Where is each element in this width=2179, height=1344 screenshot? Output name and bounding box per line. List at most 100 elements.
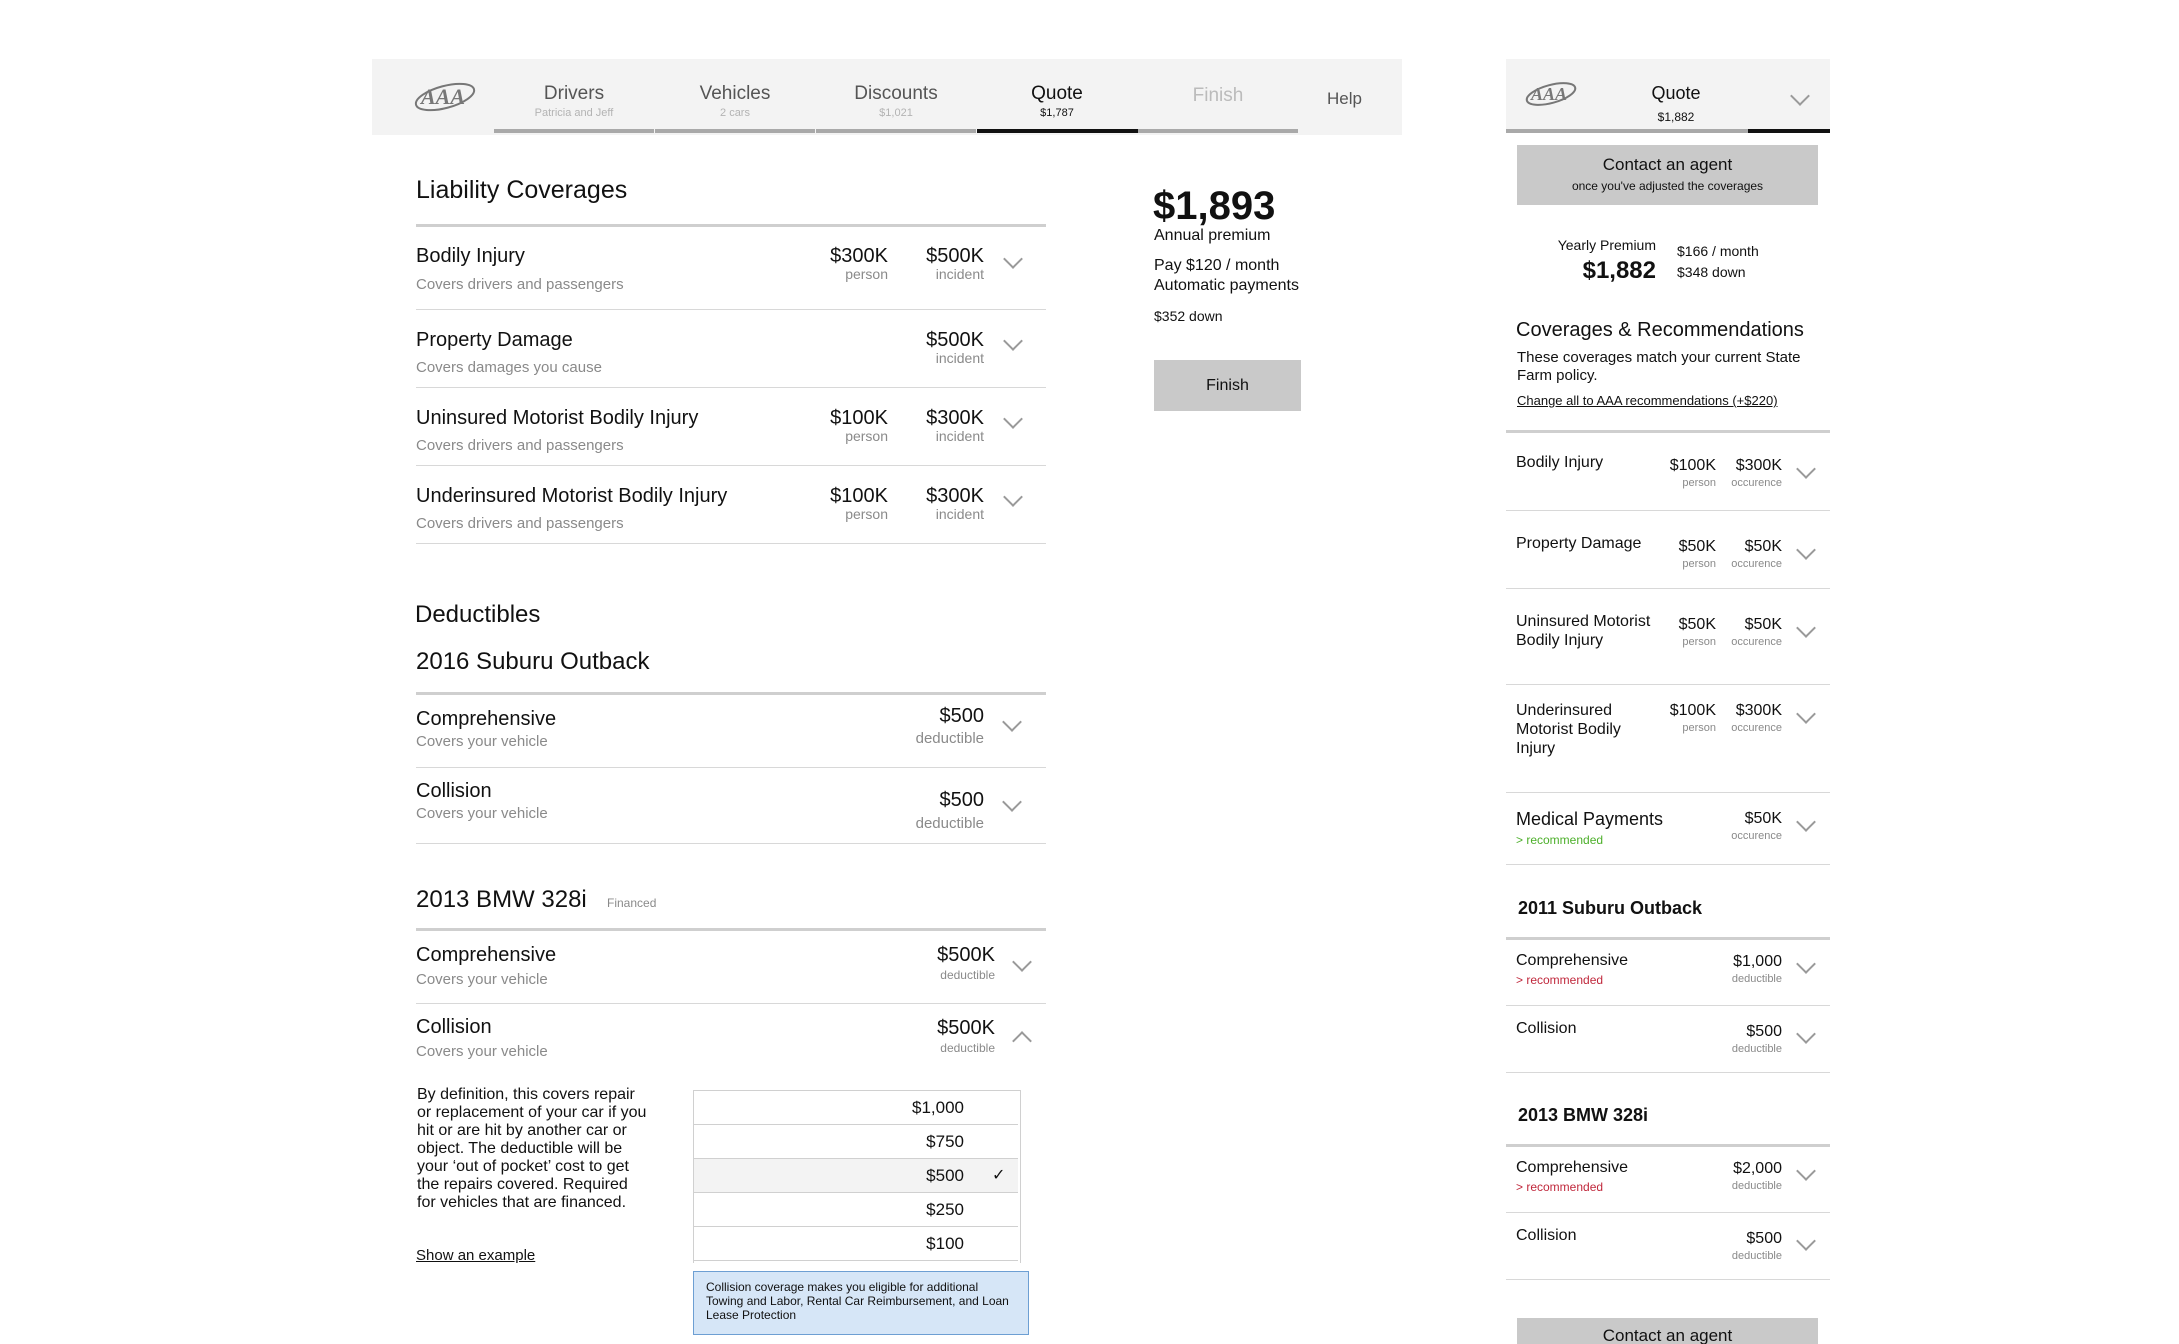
contact-agent-bottom-button[interactable]: Contact an agent bbox=[1517, 1318, 1818, 1344]
section-title: Liability Coverages bbox=[416, 176, 628, 204]
vehicle-title: 2013 BMW 328i bbox=[416, 886, 587, 913]
recommended-tag[interactable]: > recommended bbox=[1516, 833, 1603, 847]
deductible-value: $2,000 bbox=[1733, 1160, 1782, 1177]
help-link[interactable]: Help bbox=[1327, 89, 1362, 109]
chevron-down-icon[interactable] bbox=[1796, 618, 1816, 638]
deductible-option[interactable]: $250 bbox=[694, 1193, 1018, 1227]
value-label: deductible bbox=[1731, 1043, 1782, 1055]
chevron-down-icon[interactable] bbox=[1796, 812, 1816, 832]
tab-finish[interactable]: Finish bbox=[1138, 59, 1298, 135]
deductible-option[interactable]: $1,000 bbox=[694, 1091, 1018, 1125]
chevron-down-icon[interactable] bbox=[1796, 704, 1816, 724]
chevron-down-icon[interactable] bbox=[1002, 712, 1022, 732]
monthly-payment: Pay $120 / month bbox=[1154, 257, 1280, 274]
section-title: Deductibles bbox=[415, 601, 541, 628]
chevron-down-icon[interactable] bbox=[1003, 331, 1023, 351]
annual-premium-amount: $1,893 bbox=[1153, 184, 1276, 228]
deductible-row-comprehensive[interactable]: Comprehensive Covers your vehicle $500 d… bbox=[416, 695, 1046, 767]
chevron-down-icon[interactable] bbox=[1002, 792, 1022, 812]
coverage-row-property-damage[interactable]: Property Damage Covers damages you cause… bbox=[416, 310, 1046, 386]
recommended-tag[interactable]: > recommended bbox=[1516, 973, 1603, 987]
finish-button[interactable]: Finish bbox=[1154, 360, 1301, 411]
coverage-name: Bodily Injury bbox=[1516, 454, 1604, 471]
tab-title: Drivers bbox=[543, 83, 605, 104]
tab-indicator bbox=[655, 129, 815, 133]
mobile-row-uninsured[interactable]: Uninsured Motorist Bodily Injury $50K pe… bbox=[1506, 589, 1830, 683]
tab-subtitle: 2 cars bbox=[720, 107, 750, 119]
deductible-value: $500K bbox=[937, 944, 995, 966]
mobile-deductible-comprehensive[interactable]: Comprehensive > recommended $2,000 deduc… bbox=[1506, 1147, 1830, 1212]
chevron-down-icon[interactable] bbox=[1796, 954, 1816, 974]
coverage-name: Property Damage bbox=[416, 329, 573, 351]
coverage-row-bodily-injury[interactable]: Bodily Injury Covers drivers and passeng… bbox=[416, 226, 1046, 308]
deductible-option[interactable]: $100 bbox=[694, 1227, 1018, 1261]
deductible-value: $500 bbox=[1746, 1023, 1782, 1040]
value-occurence: $50K bbox=[1744, 616, 1782, 633]
mobile-row-bodily-injury[interactable]: Bodily Injury $100K person $300K occuren… bbox=[1506, 433, 1830, 509]
coverage-name: Uninsured Motorist Bodily Injury bbox=[1516, 613, 1651, 649]
value-label: deductible bbox=[940, 968, 995, 982]
value-incident: $300K bbox=[926, 407, 984, 429]
tab-title: Finish bbox=[1192, 85, 1244, 106]
tab-discounts[interactable]: Discounts $1,021 bbox=[816, 59, 976, 135]
coverage-name: Collision bbox=[1516, 1020, 1577, 1037]
deductible-row-collision[interactable]: Collision Covers your vehicle $500 deduc… bbox=[416, 768, 1046, 842]
deductible-option[interactable]: $750 bbox=[694, 1125, 1018, 1159]
value-label: person bbox=[845, 506, 888, 522]
chevron-down-icon[interactable] bbox=[1796, 1024, 1816, 1044]
chevron-up-icon[interactable] bbox=[1012, 1031, 1032, 1051]
vehicle-title: 2011 Suburu Outback bbox=[1518, 898, 1703, 918]
coverage-desc: Covers drivers and passengers bbox=[416, 276, 624, 293]
chevron-down-icon[interactable] bbox=[1796, 540, 1816, 560]
tab-vehicles[interactable]: Vehicles 2 cars bbox=[655, 59, 815, 135]
mobile-row-underinsured[interactable]: Underinsured Motorist Bodily Injury $100… bbox=[1506, 685, 1830, 791]
divider bbox=[1506, 1279, 1830, 1280]
value-label: deductible bbox=[940, 1041, 995, 1055]
coverage-name: Collision bbox=[416, 780, 492, 802]
change-all-link[interactable]: Change all to AAA recommendations (+$220… bbox=[1517, 393, 1778, 408]
coverage-explanation: By definition, this covers repair or rep… bbox=[417, 1086, 647, 1211]
coverage-row-underinsured[interactable]: Underinsured Motorist Bodily Injury Cove… bbox=[416, 466, 1046, 542]
chevron-down-icon[interactable] bbox=[1796, 459, 1816, 479]
aaa-logo-icon[interactable]: AAA bbox=[412, 77, 478, 117]
deductible-row-collision-expanded[interactable]: Collision Covers your vehicle $500K dedu… bbox=[416, 1004, 1046, 1074]
chevron-down-icon[interactable] bbox=[1003, 487, 1023, 507]
chevron-down-icon[interactable] bbox=[1790, 86, 1810, 106]
mobile-deductible-comprehensive[interactable]: Comprehensive > recommended $1,000 deduc… bbox=[1506, 940, 1830, 1005]
aaa-logo-icon[interactable]: AAA bbox=[1524, 77, 1578, 111]
deductible-option-selected[interactable]: $500 ✓ bbox=[694, 1159, 1018, 1193]
coverage-name: Collision bbox=[416, 1016, 492, 1038]
automatic-payments: Automatic payments bbox=[1154, 277, 1299, 294]
yearly-premium-amount: $1,882 bbox=[1582, 257, 1656, 284]
chevron-down-icon[interactable] bbox=[1012, 952, 1032, 972]
mobile-deductible-collision[interactable]: Collision $500 deductible bbox=[1506, 1006, 1830, 1071]
value-label: deductible bbox=[915, 815, 984, 832]
value-incident: $300K bbox=[926, 485, 984, 507]
chevron-down-icon[interactable] bbox=[1003, 249, 1023, 269]
coverage-row-uninsured[interactable]: Uninsured Motorist Bodily Injury Covers … bbox=[416, 388, 1046, 464]
deductible-value: $1,000 bbox=[1733, 953, 1782, 970]
chevron-down-icon[interactable] bbox=[1003, 409, 1023, 429]
vehicle-title: 2016 Suburu Outback bbox=[416, 648, 650, 675]
chevron-down-icon[interactable] bbox=[1796, 1231, 1816, 1251]
chevron-down-icon[interactable] bbox=[1796, 1161, 1816, 1181]
contact-agent-button[interactable]: Contact an agent once you've adjusted th… bbox=[1517, 145, 1818, 205]
mobile-deductible-collision[interactable]: Collision $500 deductible bbox=[1506, 1213, 1830, 1278]
annual-premium-label: Annual premium bbox=[1154, 227, 1271, 244]
monthly-amount: $166 / month bbox=[1677, 243, 1759, 259]
tab-indicator-active bbox=[977, 129, 1138, 133]
option-label: $1,000 bbox=[912, 1098, 964, 1117]
tab-quote[interactable]: Quote $1,787 bbox=[977, 59, 1137, 135]
show-example-link[interactable]: Show an example bbox=[416, 1247, 535, 1264]
value-label: incident bbox=[935, 506, 984, 522]
svg-text:AAA: AAA bbox=[1530, 84, 1567, 104]
vehicle-title: 2013 BMW 328i bbox=[1518, 1105, 1649, 1125]
mobile-row-property-damage[interactable]: Property Damage $50K person $50K occuren… bbox=[1506, 511, 1830, 587]
tab-drivers[interactable]: Drivers Patricia and Jeff bbox=[494, 59, 654, 135]
option-label: $250 bbox=[926, 1200, 964, 1219]
recommended-tag[interactable]: > recommended bbox=[1516, 1180, 1603, 1194]
option-label: $100 bbox=[926, 1234, 964, 1253]
deductible-row-comprehensive[interactable]: Comprehensive Covers your vehicle $500K … bbox=[416, 931, 1046, 1003]
mobile-subtitle: $1,882 bbox=[1657, 110, 1695, 124]
mobile-row-medical-payments[interactable]: Medical Payments > recommended $50K occu… bbox=[1506, 793, 1830, 863]
